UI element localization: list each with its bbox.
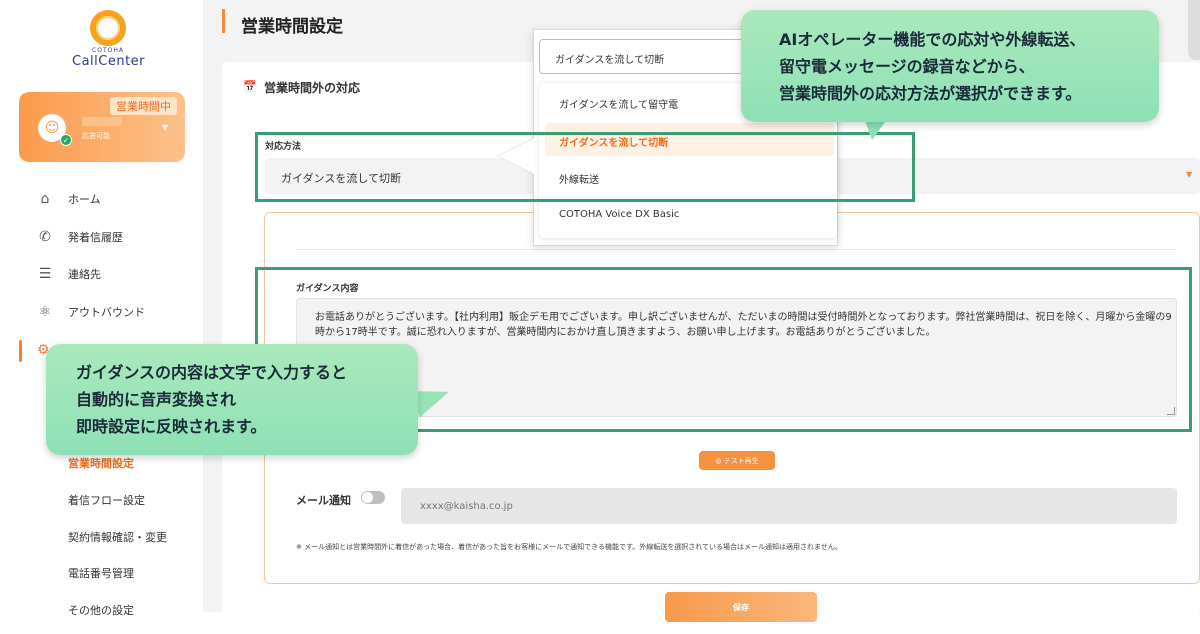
method-label: 対応方法 — [265, 142, 302, 152]
page-title: 営業時間設定 — [241, 17, 343, 37]
callout-line: 即時設定に反映されます。 — [76, 417, 267, 436]
nav-item-label: ホーム — [68, 193, 101, 206]
nav-item-outbound[interactable]: ⚛ アウトバウンド — [36, 300, 145, 324]
callout-line: 営業時間外の応対方法が選択ができます。 — [779, 84, 1082, 103]
sidebar: COTOHA CallCenter 営業時間中 ☺ ✓ 応答可能 ▼ ⌂ ホーム… — [0, 0, 203, 634]
guidance-label: ガイダンス内容 — [296, 284, 359, 294]
callout-pointer — [498, 138, 534, 174]
user-name-redacted — [82, 117, 122, 126]
nav-item-label: 発着信履歴 — [68, 231, 123, 244]
dropdown-option-disconnect[interactable]: ガイダンスを流して切断 — [559, 134, 668, 149]
callout-line: ガイダンスの内容は文字で入力すると — [76, 363, 348, 382]
check-icon: ✓ — [60, 134, 72, 146]
guidance-text[interactable]: お電話ありがとうございます。【社内利用】販企デモ用でございます。申し訳ございませ… — [315, 310, 1175, 340]
dropdown-option-transfer[interactable]: 外線転送 — [559, 171, 599, 186]
user-availability: 応答可能 — [82, 132, 110, 140]
sub-item-incoming-flow[interactable]: 着信フロー設定 — [68, 492, 145, 508]
nav-item-call-history[interactable]: ✆ 発着信履歴 — [36, 225, 123, 249]
contacts-icon: ☰ — [38, 266, 52, 282]
nav-item-label: 連絡先 — [68, 268, 101, 281]
resize-handle-icon[interactable] — [1167, 407, 1175, 415]
callout-line: 留守電メッセージの録音などから、 — [779, 57, 1035, 76]
nav-item-contacts[interactable]: ☰ 連絡先 — [36, 262, 101, 286]
mail-notify-toggle[interactable] — [361, 491, 385, 504]
outbound-icon: ⚛ — [38, 304, 52, 320]
logo-ring-icon — [90, 10, 126, 46]
mail-address-input[interactable] — [401, 488, 1177, 524]
status-badge: 営業時間中 — [110, 97, 177, 115]
method-select-value: ガイダンスを流して切断 — [281, 172, 402, 185]
logo-main-text: CallCenter — [72, 54, 146, 69]
sub-item-contract-info[interactable]: 契約情報確認・変更 — [68, 529, 167, 545]
mail-notify-label: メール通知 — [296, 494, 351, 507]
callout-line: 自動的に音声変換され — [76, 390, 237, 409]
sub-item-other-settings[interactable]: その他の設定 — [68, 602, 134, 618]
dropdown-option-voice-dx[interactable]: COTOHA Voice DX Basic — [559, 209, 679, 220]
dropdown-option-voicemail[interactable]: ガイダンスを流して留守電 — [559, 96, 678, 111]
title-accent-bar — [222, 9, 225, 33]
app-logo[interactable]: COTOHA CallCenter — [72, 10, 146, 69]
divider — [296, 249, 1176, 250]
toggle-knob — [362, 492, 373, 503]
test-play-button[interactable]: ◎ テスト再生 — [699, 451, 775, 470]
save-button[interactable]: 保存 — [665, 592, 817, 622]
section-title: 営業時間外の対応 — [264, 81, 361, 95]
user-icon: ☺ — [44, 120, 60, 136]
logo-sub-text: COTOHA — [92, 47, 124, 54]
nav-item-label: アウトバウンド — [68, 306, 145, 319]
callout-guidance: ガイダンスの内容は文字で入力すると 自動的に音声変換され 即時設定に反映されます… — [46, 344, 418, 455]
nav-item-home[interactable]: ⌂ ホーム — [36, 187, 101, 211]
nav-active-indicator — [19, 340, 22, 362]
mail-notify-note: ※ メール通知とは営業時間外に着信があった場合、着信があった旨をお客様にメールで… — [296, 543, 842, 551]
home-icon: ⌂ — [40, 191, 50, 207]
dropdown-selected-value: ガイダンスを流して切断 — [555, 55, 665, 66]
sub-item-business-hours[interactable]: 営業時間設定 — [68, 455, 134, 471]
phone-history-icon: ✆ — [39, 229, 51, 245]
calendar-icon: 📅 — [243, 80, 257, 93]
callout-method: AIオペレーター機能での応対や外線転送、 留守電メッセージの録音などから、 営業… — [741, 10, 1159, 122]
scroll-edge — [1188, 0, 1200, 60]
chevron-down-icon[interactable]: ▼ — [1186, 170, 1194, 179]
user-status-card[interactable]: 営業時間中 ☺ ✓ 応答可能 ▼ — [19, 92, 185, 162]
chevron-down-icon[interactable]: ▼ — [162, 123, 168, 132]
sub-item-phone-numbers[interactable]: 電話番号管理 — [68, 565, 134, 581]
callout-line: AIオペレーター機能での応対や外線転送、 — [779, 30, 1086, 49]
